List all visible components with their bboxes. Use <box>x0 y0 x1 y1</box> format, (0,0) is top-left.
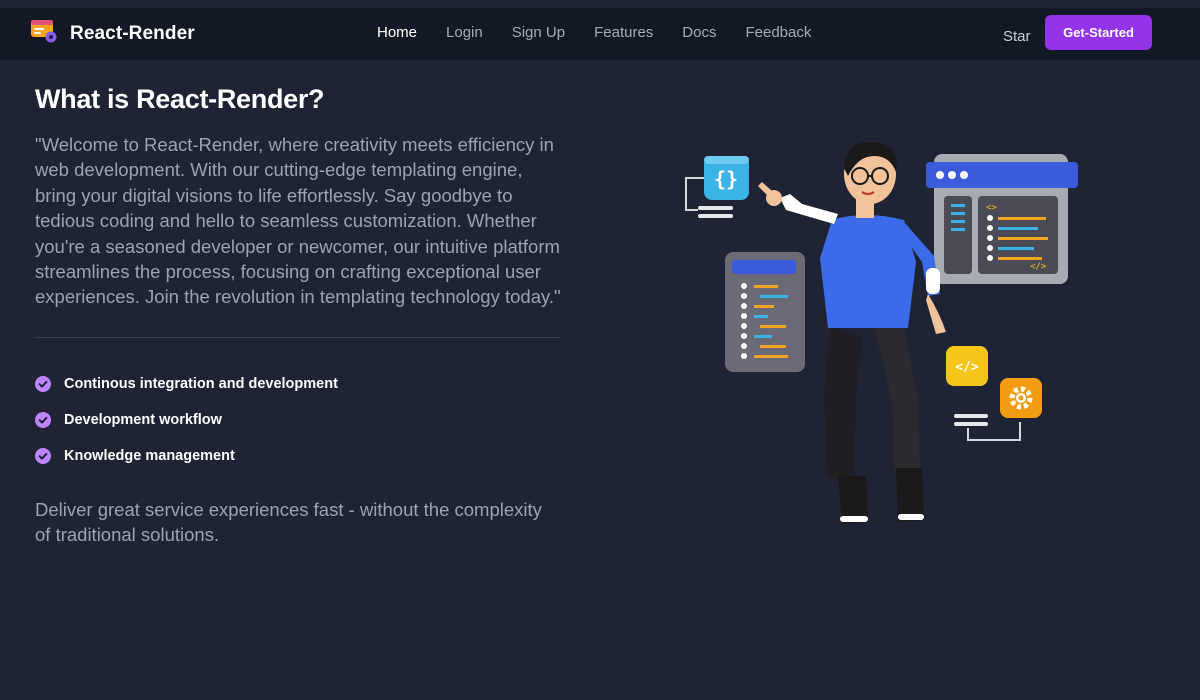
nav-links: Home Login Sign Up Features Docs Feedbac… <box>377 24 840 41</box>
feature-item: Continous integration and development <box>35 366 560 402</box>
check-circle-icon <box>35 411 51 428</box>
svg-text:</>: </> <box>1030 262 1047 272</box>
gear-icon <box>1000 378 1042 418</box>
brand-name: React-Render <box>70 22 195 44</box>
star-link[interactable]: Star <box>1003 28 1031 45</box>
navbar: React-Render Home Login Sign Up Features… <box>0 8 1200 60</box>
logo-icon <box>30 18 58 49</box>
braces-icon: {} <box>704 156 749 200</box>
top-strip <box>0 0 1200 8</box>
tagline: Deliver great service experiences fast -… <box>35 498 542 546</box>
divider <box>35 336 560 338</box>
developer-illustration: {} <> </> </> <box>678 138 1088 530</box>
logo[interactable]: React-Render <box>30 18 195 49</box>
code-panel-left <box>725 252 805 372</box>
code-tag-icon: </> <box>946 346 988 386</box>
svg-text:{}: {} <box>714 167 738 191</box>
hero-content: What is React-Render? "Welcome to React-… <box>35 84 561 548</box>
nav-feedback[interactable]: Feedback <box>745 24 811 41</box>
nav-docs[interactable]: Docs <box>682 24 716 41</box>
nav-sign-up[interactable]: Sign Up <box>512 24 565 41</box>
nav-login[interactable]: Login <box>446 24 483 41</box>
get-started-button[interactable]: Get-Started <box>1045 15 1152 50</box>
nav-features[interactable]: Features <box>594 24 653 41</box>
svg-text:</>: </> <box>955 360 979 375</box>
feature-item: Development workflow <box>35 402 560 438</box>
page-title: What is React-Render? <box>35 84 325 114</box>
feature-label: Development workflow <box>64 411 222 428</box>
check-circle-icon <box>35 375 51 392</box>
nav-home[interactable]: Home <box>377 24 417 41</box>
feature-list: Continous integration and development De… <box>35 366 560 474</box>
svg-text:<>: <> <box>986 203 997 213</box>
check-circle-icon <box>35 447 51 464</box>
intro-paragraph: "Welcome to React-Render, where creativi… <box>35 134 561 308</box>
feature-item: Knowledge management <box>35 438 560 474</box>
feature-label: Knowledge management <box>64 447 235 464</box>
code-window-right: <> </> <box>926 154 1078 284</box>
feature-label: Continous integration and development <box>64 375 338 392</box>
